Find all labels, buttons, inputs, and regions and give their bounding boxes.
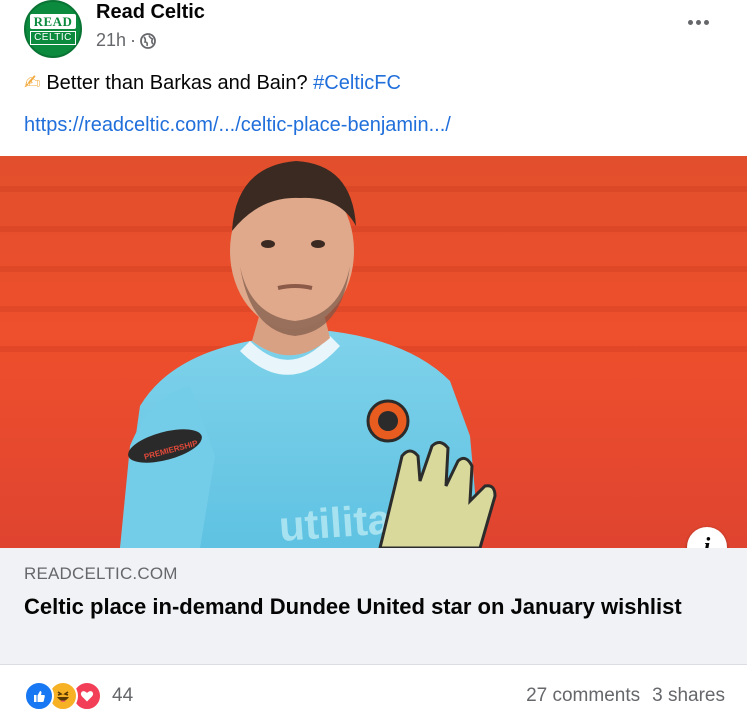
article-image[interactable]: PREMIERSHIP utilita: [0, 156, 747, 548]
link-preview-card[interactable]: READCELTIC.COM Celtic place in-demand Du…: [0, 548, 747, 665]
avatar-logo-bottom: CELTIC: [30, 30, 76, 45]
post-header: READ CELTIC Read Celtic 21h ·: [0, 0, 747, 60]
meta-separator: ·: [130, 30, 137, 50]
post-footer: 44 27 comments 3 shares: [0, 665, 747, 727]
link-title: Celtic place in-demand Dundee United sta…: [24, 594, 682, 619]
link-domain: READCELTIC.COM: [24, 564, 178, 583]
post-message-text: Better than Barkas and Bain?: [46, 72, 308, 94]
reaction-summary[interactable]: 44: [24, 681, 133, 711]
engagement-counts: 27 comments 3 shares: [526, 685, 725, 707]
sponsor-text: utilita: [277, 495, 393, 548]
writing-hand-emoji: ✍: [24, 72, 41, 94]
comments-count-link[interactable]: 27 comments: [526, 685, 640, 707]
post-meta: 21h ·: [96, 30, 156, 51]
hashtag-link[interactable]: #CelticFC: [313, 72, 401, 94]
avatar-logo-top: READ: [29, 13, 77, 29]
shares-count-link[interactable]: 3 shares: [652, 685, 725, 707]
goalkeeper-photo: PREMIERSHIP utilita: [0, 156, 747, 548]
like-reaction-icon: [24, 681, 54, 711]
page-avatar[interactable]: READ CELTIC: [24, 0, 82, 58]
reaction-count: 44: [112, 685, 134, 706]
more-options-icon[interactable]: [681, 12, 715, 32]
globe-icon: [140, 32, 156, 49]
article-url-link[interactable]: https://readceltic.com/.../celtic-place-…: [24, 112, 451, 138]
post-timestamp[interactable]: 21h: [96, 30, 126, 51]
page-name-link[interactable]: Read Celtic: [96, 0, 205, 24]
post-message: ✍ Better than Barkas and Bain? #CelticFC: [24, 70, 401, 96]
